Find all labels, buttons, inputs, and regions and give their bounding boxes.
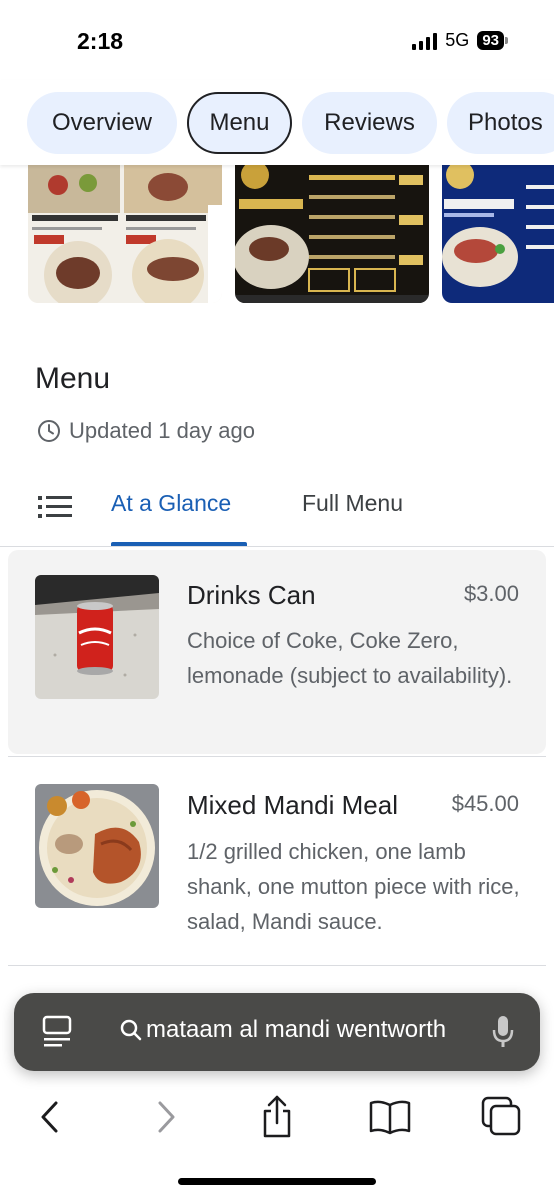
status-time: 2:18	[77, 28, 124, 54]
menu-photo-2[interactable]	[235, 165, 429, 303]
menu-tabs: At a Glance Full Menu	[0, 470, 554, 547]
back-button[interactable]	[25, 1092, 75, 1142]
menu-photo-3[interactable]	[442, 165, 554, 303]
tabs-button[interactable]	[476, 1092, 526, 1142]
menu-item-drinks-can[interactable]: Drinks Can $3.00 Choice of Coke, Coke Ze…	[0, 548, 554, 756]
item-price: $45.00	[451, 791, 519, 816]
tabs-icon	[481, 1096, 521, 1136]
bookmarks-icon	[369, 1100, 411, 1135]
active-tab-indicator	[111, 542, 247, 546]
item-name: Drinks Can	[187, 580, 316, 610]
home-indicator	[178, 1178, 376, 1185]
address-search-bar[interactable]: mataam al mandi wentworth	[14, 993, 540, 1071]
back-icon	[41, 1101, 58, 1133]
tab-overview[interactable]: Overview	[27, 92, 177, 154]
item-description: 1/2 grilled chicken, one lamb shank, one…	[187, 839, 520, 934]
mic-icon[interactable]	[492, 1015, 514, 1049]
search-query: mataam al mandi wentworth	[146, 1016, 447, 1043]
menu-updated: Updated 1 day ago	[37, 418, 255, 444]
forward-button[interactable]	[141, 1092, 191, 1142]
tab-menu[interactable]: Menu	[187, 92, 292, 154]
status-bar: 2:18 5G 93	[0, 0, 554, 80]
place-tabs-bar: Overview Menu Reviews Photos	[0, 80, 554, 165]
signal-icon	[412, 32, 438, 50]
status-indicators: 5G 93	[412, 30, 508, 51]
forward-icon	[158, 1101, 175, 1133]
search-icon	[120, 1019, 142, 1041]
item-divider	[8, 756, 546, 757]
item-divider	[8, 965, 546, 966]
updated-text: Updated 1 day ago	[69, 418, 255, 443]
clock-icon	[38, 420, 60, 442]
tab-reviews[interactable]: Reviews	[302, 92, 437, 154]
menu-title: Menu	[35, 362, 111, 395]
network-type: 5G	[445, 30, 470, 50]
battery-icon: 93	[477, 31, 508, 50]
item-name: Mixed Mandi Meal	[187, 790, 398, 820]
battery-level: 93	[477, 31, 504, 50]
share-button[interactable]	[252, 1092, 302, 1142]
menu-photo-strip	[0, 165, 554, 305]
item-photo-mixed-mandi-meal	[35, 784, 159, 908]
item-photo-drinks-can	[35, 575, 159, 699]
item-price: $3.00	[463, 581, 519, 606]
search-field[interactable]: mataam al mandi wentworth	[120, 1016, 480, 1044]
tab-photos[interactable]: Photos	[447, 92, 554, 154]
list-icon[interactable]	[38, 494, 72, 520]
share-icon	[263, 1095, 291, 1138]
menu-photo-1[interactable]	[28, 165, 222, 303]
menu-item-mixed-mandi-meal[interactable]: Mixed Mandi Meal $45.00 1/2 grilled chic…	[0, 770, 554, 960]
reader-icon[interactable]	[42, 1015, 74, 1049]
tab-at-a-glance[interactable]: At a Glance	[111, 490, 231, 517]
item-description: Choice of Coke, Coke Zero, lemonade (sub…	[187, 628, 513, 688]
tab-full-menu[interactable]: Full Menu	[302, 490, 403, 517]
bookmarks-button[interactable]	[365, 1092, 415, 1142]
